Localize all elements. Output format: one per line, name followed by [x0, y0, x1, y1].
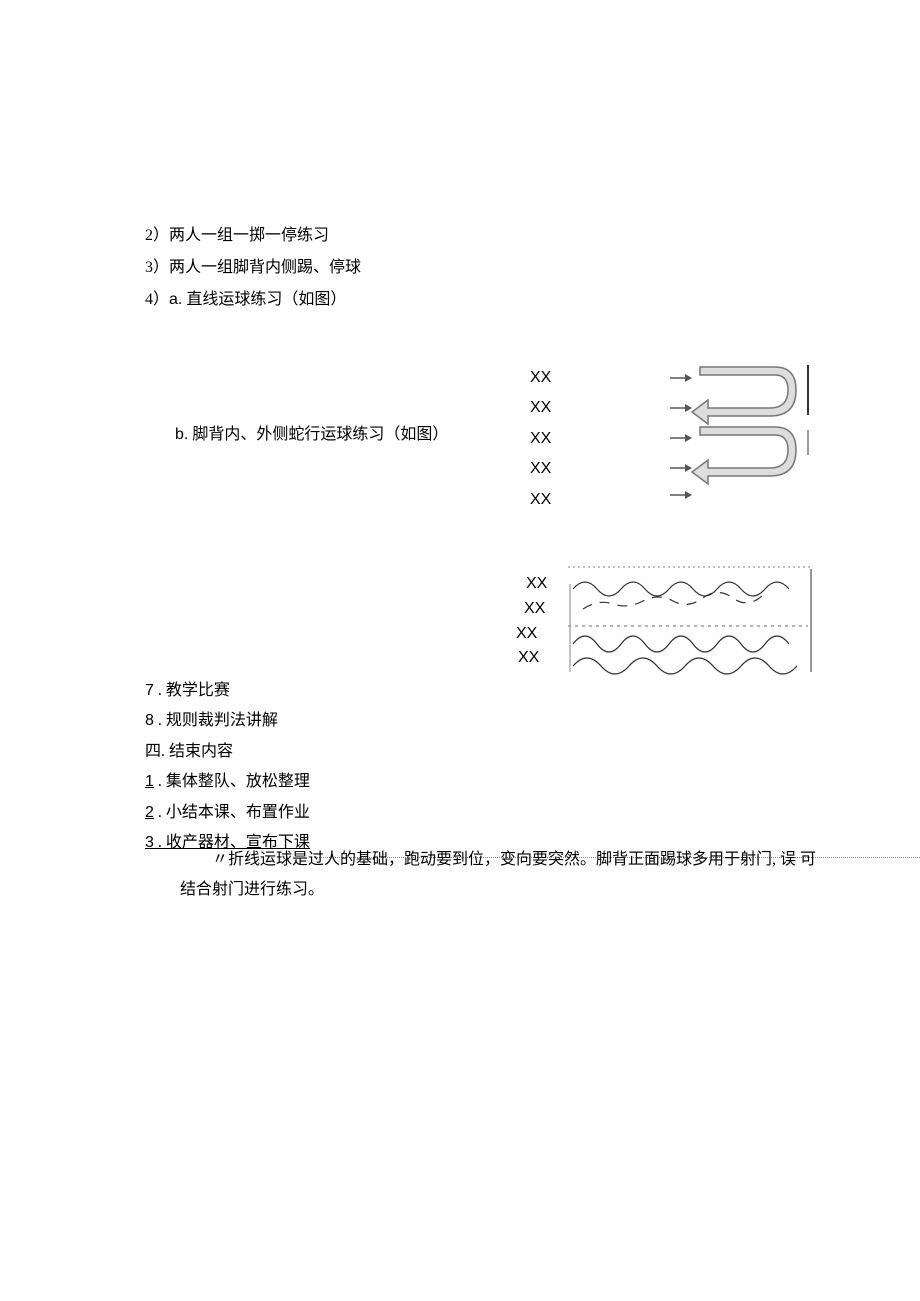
xx-marker: XX — [530, 393, 551, 423]
list-item-4b: b. 脚背内、外侧蛇行运球练习（如图） — [175, 420, 448, 444]
item-4a-label: a. — [169, 291, 182, 308]
s4-item-2-text: . 小结本课、布置作业 — [154, 804, 310, 821]
wave-diagram-icon — [568, 564, 818, 684]
xx-marker: XX — [530, 485, 551, 515]
s4-item-2-number: 2 — [145, 804, 154, 821]
section-4-item-2: 2 . 小结本课、布置作业 — [145, 798, 845, 828]
xx-column-2: XX XX XX XX — [516, 572, 547, 671]
section-4-heading: 四. 结束内容 — [145, 737, 845, 767]
item-4b-label: b. — [175, 426, 188, 443]
arrows-diagram-icon — [670, 360, 820, 510]
s4-item-1-number: 1 — [145, 773, 154, 790]
xx-marker: XX — [524, 597, 547, 622]
xx-marker: XX — [530, 363, 551, 393]
diagram-straight-dribble: XX XX XX XX XX — [520, 355, 820, 525]
footnote-line-2: 结合射门进行练习。 — [180, 875, 840, 905]
xx-marker: XX — [530, 454, 551, 484]
xx-marker: XX — [526, 572, 547, 597]
s4-item-1-text: . 集体整队、放松整理 — [154, 773, 310, 790]
item-4-prefix: 4） — [145, 291, 169, 308]
list-item-3: 3）两人一组脚背内侧踢、停球 — [145, 252, 845, 284]
xx-marker: XX — [518, 646, 547, 671]
list-item-2: 2）两人一组一掷一停练习 — [145, 220, 845, 252]
list-item-8: 8 . 规则裁判法讲解 — [145, 706, 845, 736]
item-8-number: 8 — [145, 712, 154, 729]
item-7-number: 7 — [145, 682, 154, 699]
list-item-7: 7 . 教学比赛 — [145, 676, 845, 706]
s4-item-3-number: 3 — [145, 834, 154, 851]
footnote-block: 〃折线运球是过人的基础，跑动要到位，变向要突然。脚背正面踢球多用于射门, 误 可… — [180, 845, 840, 906]
item-7-text: . 教学比赛 — [154, 682, 230, 699]
item-8-text: . 规则裁判法讲解 — [154, 712, 278, 729]
footnote-line-1: 〃折线运球是过人的基础，跑动要到位，变向要突然。脚背正面踢球多用于射门, 误 可 — [180, 845, 840, 875]
section-4-item-1: 1 . 集体整队、放松整理 — [145, 767, 845, 797]
xx-marker: XX — [530, 424, 551, 454]
list-item-4a: 4）a. 直线运球练习（如图） — [145, 284, 845, 316]
xx-column-1: XX XX XX XX XX — [530, 363, 551, 515]
diagram-snake-dribble: XX XX XX XX — [508, 560, 818, 680]
item-4a-text: 直线运球练习（如图） — [182, 291, 346, 308]
xx-marker: XX — [516, 622, 547, 647]
item-4b-text: 脚背内、外侧蛇行运球练习（如图） — [188, 426, 448, 443]
